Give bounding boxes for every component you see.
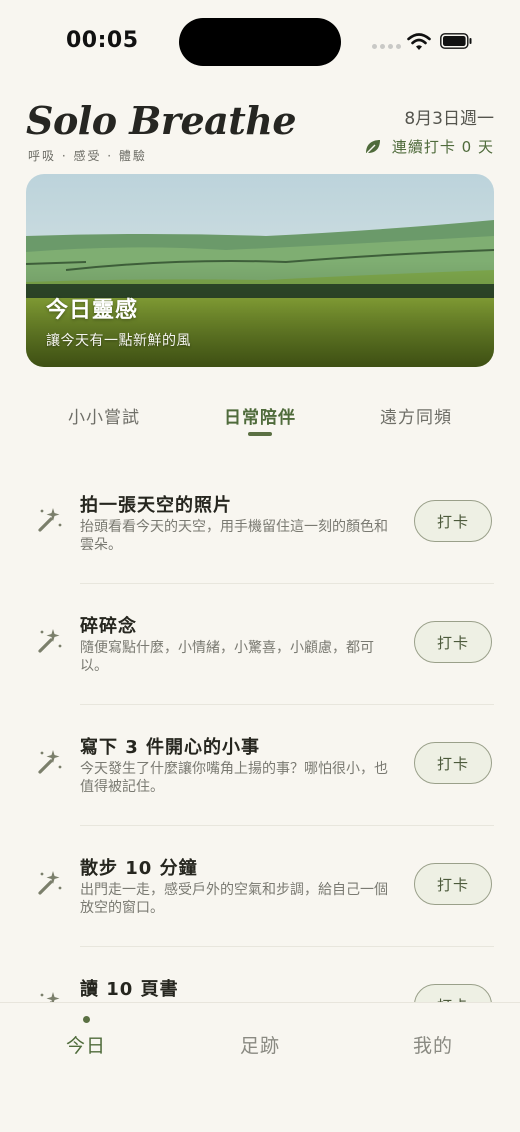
streak-label: 連續打卡 0 天 — [391, 138, 494, 156]
daily-inspiration-card[interactable]: 今日靈感 讓今天有一點新鮮的風 — [26, 174, 494, 367]
magic-wand-icon — [38, 750, 62, 774]
check-in-button[interactable]: 打卡 — [414, 621, 492, 663]
streak-counter: 連續打卡 0 天 — [364, 136, 494, 157]
item-description: 隨便寫點什麼，小情緒，小驚喜，小顧慮，都可以。 — [80, 640, 374, 674]
status-time: 00:05 — [66, 28, 139, 53]
nav-footprints[interactable]: 足跡 — [200, 1031, 320, 1058]
item-description: 出門走一走，感受戶外的空氣和步調，給自己一個放空的窗口。 — [80, 882, 388, 916]
current-date: 8月3日週一 — [404, 109, 494, 129]
tab-small-tries[interactable]: 小小嘗試 — [24, 403, 184, 428]
nav-profile[interactable]: 我的 — [373, 1031, 493, 1058]
magic-wand-icon — [38, 508, 62, 532]
battery-icon — [440, 33, 472, 49]
check-in-button[interactable]: 打卡 — [414, 742, 492, 784]
hero-subtitle: 讓今天有一點新鮮的風 — [46, 333, 191, 349]
item-description: 今天發生了什麼讓你嘴角上揚的事？哪怕很小，也值得被記住。 — [80, 761, 388, 795]
list-item: 拍一張天空的照片 抬頭看看今天的天空，用手機留住這一刻的顏色和雲朵。 打卡 — [0, 463, 520, 584]
dynamic-island — [179, 18, 341, 66]
check-in-button[interactable]: 打卡 — [414, 863, 492, 905]
nav-today[interactable]: 今日 — [26, 1031, 146, 1058]
app-title: Solo Breathe — [26, 98, 297, 143]
hero-title: 今日靈感 — [46, 298, 139, 323]
item-title: 散步 10 分鐘 — [80, 858, 198, 879]
tab-distant-sync[interactable]: 遠方同頻 — [336, 403, 496, 428]
tab-daily-companion[interactable]: 日常陪伴 — [180, 403, 340, 428]
leaf-icon — [365, 139, 380, 153]
list-item: 散步 10 分鐘 出門走一走，感受戶外的空氣和步調，給自己一個放空的窗口。 打卡 — [0, 826, 520, 947]
magic-wand-icon — [38, 629, 62, 653]
active-tab-indicator — [248, 432, 272, 436]
item-title: 拍一張天空的照片 — [80, 495, 232, 516]
signal-icon — [372, 44, 401, 49]
item-title: 讀 10 頁書 — [80, 979, 179, 1000]
category-tabs: 小小嘗試 日常陪伴 遠方同頻 — [0, 400, 520, 440]
status-bar: 00:05 — [0, 0, 520, 86]
active-nav-indicator — [83, 1016, 90, 1023]
magic-wand-icon — [38, 871, 62, 895]
item-title: 碎碎念 — [80, 616, 137, 637]
check-in-button[interactable]: 打卡 — [414, 500, 492, 542]
wifi-icon — [407, 33, 431, 50]
list-item: 寫下 3 件開心的小事 今天發生了什麼讓你嘴角上揚的事？哪怕很小，也值得被記住。… — [0, 705, 520, 826]
bottom-nav: 今日 足跡 我的 — [0, 1002, 520, 1132]
list-item: 碎碎念 隨便寫點什麼，小情緒，小驚喜，小顧慮，都可以。 打卡 — [0, 584, 520, 705]
item-description: 抬頭看看今天的天空，用手機留住這一刻的顏色和雲朵。 — [80, 519, 388, 553]
app-tagline: 呼吸 · 感受 · 體驗 — [28, 149, 147, 163]
item-title: 寫下 3 件開心的小事 — [80, 737, 261, 758]
